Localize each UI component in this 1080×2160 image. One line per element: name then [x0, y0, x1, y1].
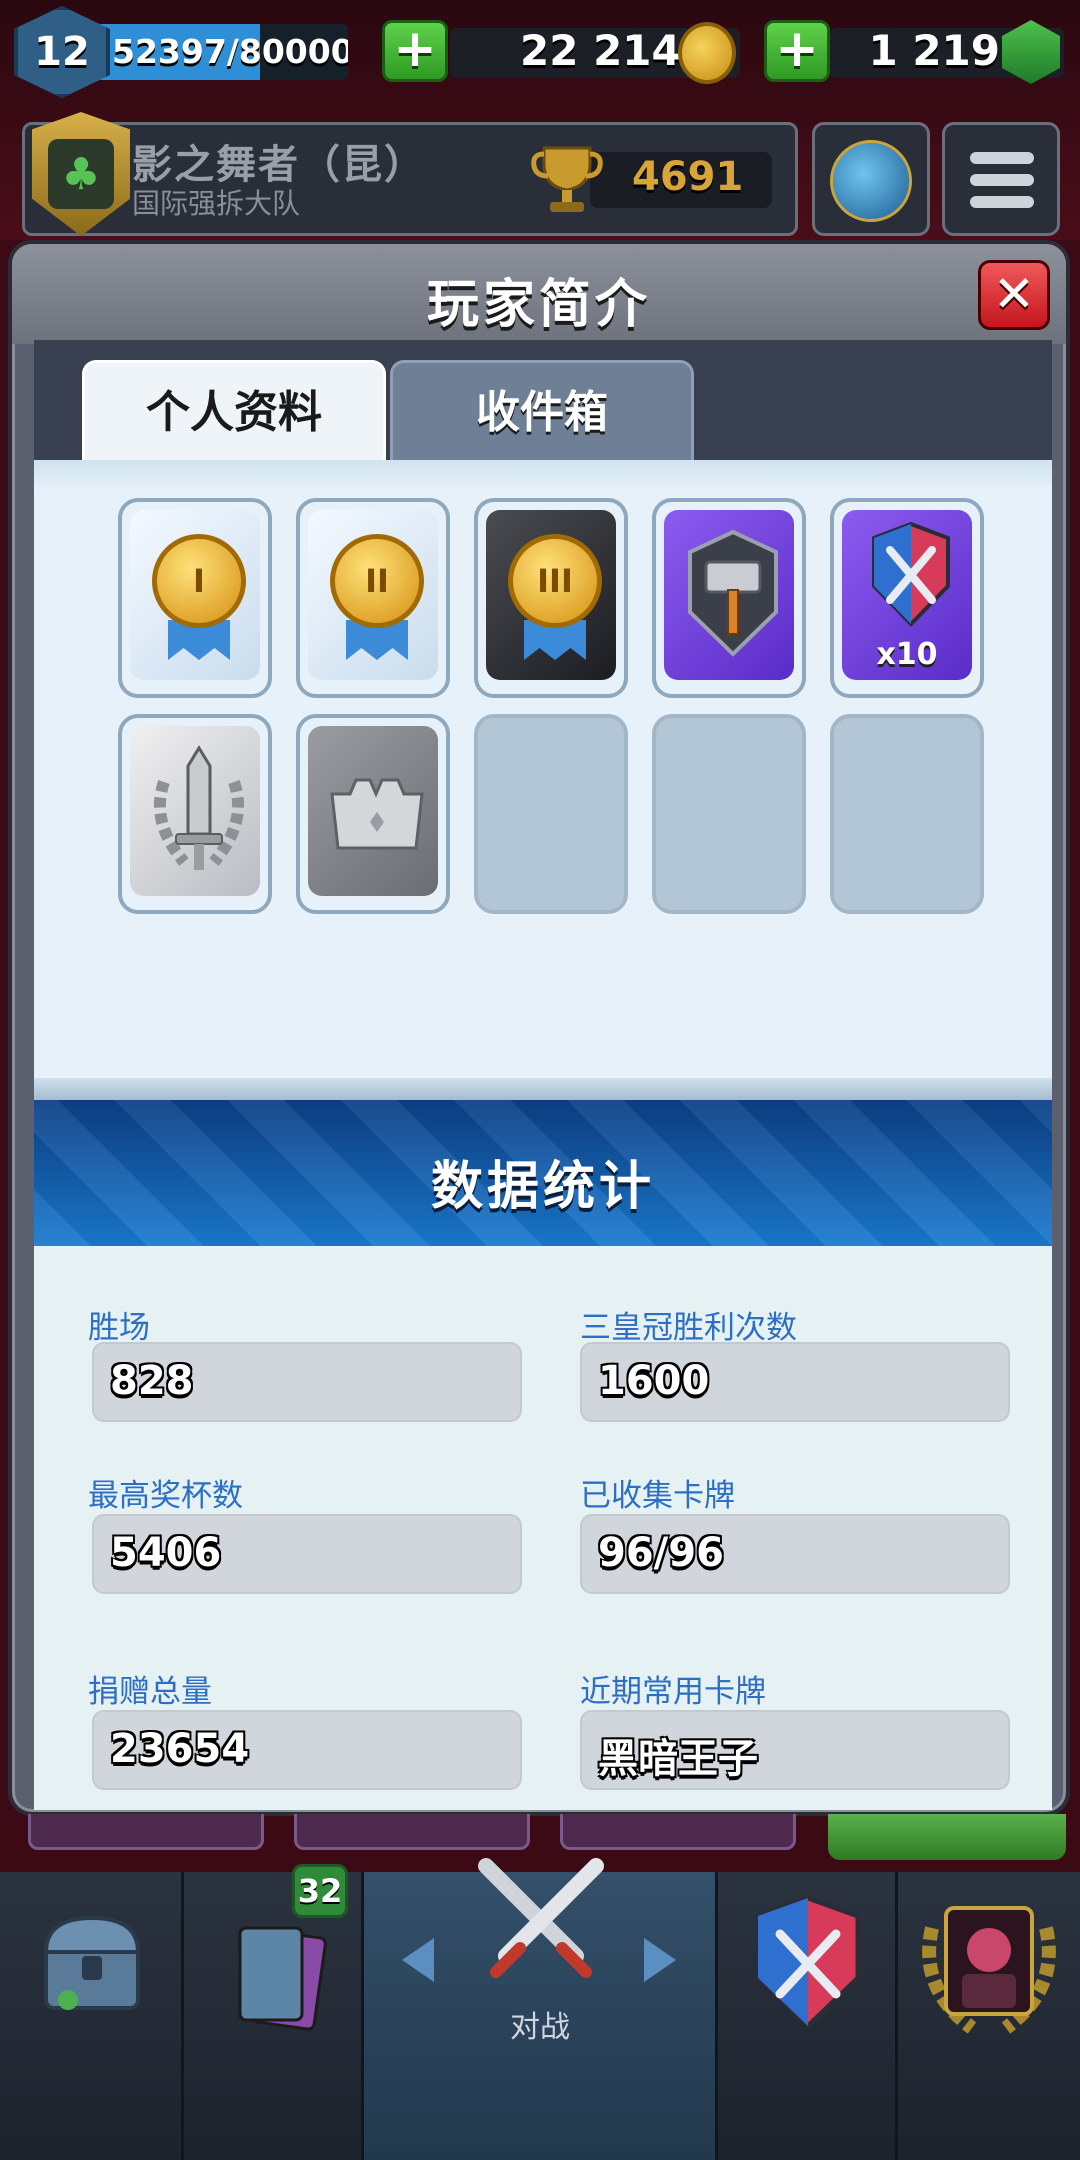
badge-medal-3[interactable]: III — [474, 498, 628, 698]
badge-medal-2[interactable]: II — [296, 498, 450, 698]
hamburger-icon — [970, 152, 1034, 218]
badge-multiplier: x10 — [876, 637, 938, 672]
gold-value: 22 214 — [520, 26, 681, 75]
level-value: 12 — [34, 29, 90, 75]
hammer-icon — [688, 529, 778, 657]
stat-box-total-donations: 23654 — [92, 1710, 522, 1790]
background-green-button — [828, 1814, 1066, 1860]
stat-box-highest-trophies: 5406 — [92, 1514, 522, 1594]
globe-crown-icon — [830, 140, 912, 222]
clan-war-shield-icon — [755, 1895, 861, 2030]
xp-bar[interactable]: 52397/80000 — [92, 24, 348, 80]
stat-box-cards-collected: 96/96 — [580, 1514, 1010, 1594]
stat-box-three-crown-wins: 1600 — [580, 1342, 1010, 1422]
clover-icon: ♣ — [48, 139, 114, 209]
stat-value-wins: 828 — [110, 1358, 194, 1404]
background-tab — [294, 1814, 530, 1850]
gold-coin-icon — [678, 22, 736, 84]
card-count-badge: 32 — [292, 1864, 348, 1918]
badge-slot-empty — [474, 714, 628, 914]
gold-medal-icon: III — [508, 534, 602, 628]
nav-shop[interactable] — [0, 1872, 184, 2160]
stat-label-three-crown-wins: 三皇冠胜利次数 — [580, 1310, 797, 1346]
stat-label-cards-collected: 已收集卡牌 — [580, 1478, 735, 1514]
add-gems-button[interactable]: + — [764, 20, 830, 82]
stat-label-favourite-card: 近期常用卡牌 — [580, 1674, 766, 1710]
tab-profile[interactable]: 个人资料 — [82, 360, 386, 460]
arrow-right-icon[interactable] — [644, 1938, 676, 1982]
badges-grid: I II III x10 — [34, 460, 1052, 1090]
stats-header: 数据统计 — [34, 1100, 1052, 1250]
modal-title: 玩家简介 — [426, 275, 651, 335]
player-profile-modal: 玩家简介 ✕ 个人资料 收件箱 I II III x10 数据统计 胜场 828… — [8, 240, 1070, 1816]
champion-portrait-icon — [922, 1906, 1056, 2034]
stat-box-favourite-card: 黑暗王子 — [580, 1710, 1010, 1790]
xp-text: 52397/80000 — [112, 32, 348, 71]
badge-medal-1[interactable]: I — [118, 498, 272, 698]
stat-value-three-crown-wins: 1600 — [598, 1358, 710, 1404]
section-divider — [34, 1078, 1052, 1100]
gold-medal-icon: II — [330, 534, 424, 628]
nav-clan-war[interactable] — [718, 1872, 898, 2160]
stats-title: 数据统计 — [430, 1157, 655, 1217]
nav-events[interactable] — [898, 1872, 1080, 2160]
gem-value: 1 219 — [868, 26, 1000, 75]
badge-crown[interactable] — [296, 714, 450, 914]
tab-bar: 个人资料 收件箱 — [34, 340, 1052, 460]
background-tab — [28, 1814, 264, 1850]
crossed-swords-shield-icon — [872, 521, 950, 627]
clan-name: 国际强拆大队 — [132, 187, 301, 220]
tab-inbox[interactable]: 收件箱 — [390, 360, 694, 460]
stat-value-favourite-card: 黑暗王子 — [598, 1736, 758, 1782]
badge-slot-empty — [830, 714, 984, 914]
crossed-swords-icon — [478, 1858, 604, 1978]
close-button[interactable]: ✕ — [978, 260, 1050, 330]
cards-icon — [238, 1926, 327, 2031]
trophy-icon — [531, 146, 603, 212]
badge-sword-laurel[interactable] — [118, 714, 272, 914]
arrow-left-icon[interactable] — [402, 1938, 434, 1982]
treasure-chest-icon — [43, 1915, 141, 2010]
stat-box-wins: 828 — [92, 1342, 522, 1422]
gold-medal-icon: I — [152, 534, 246, 628]
background-tab — [560, 1814, 796, 1850]
stat-value-cards-collected: 96/96 — [598, 1530, 724, 1576]
badge-slot-empty — [652, 714, 806, 914]
stats-grid: 胜场 828 三皇冠胜利次数 1600 最高奖杯数 5406 已收集卡牌 96/… — [34, 1250, 1052, 1810]
badge-hammer[interactable] — [652, 498, 806, 698]
stat-label-wins: 胜场 — [88, 1310, 150, 1346]
stat-label-total-donations: 捐赠总量 — [88, 1674, 212, 1710]
battle-label: 对战 — [510, 2010, 570, 2045]
stat-label-highest-trophies: 最高奖杯数 — [88, 1478, 243, 1514]
badge-clan-war[interactable]: x10 — [830, 498, 984, 698]
add-gold-button[interactable]: + — [382, 20, 448, 82]
modal-header: 玩家简介 ✕ — [12, 244, 1066, 344]
stat-value-total-donations: 23654 — [110, 1726, 250, 1772]
sword-laurel-icon — [153, 745, 245, 870]
trophy-value: 4691 — [632, 154, 744, 200]
stat-value-highest-trophies: 5406 — [110, 1530, 222, 1576]
crown-icon — [330, 778, 424, 850]
